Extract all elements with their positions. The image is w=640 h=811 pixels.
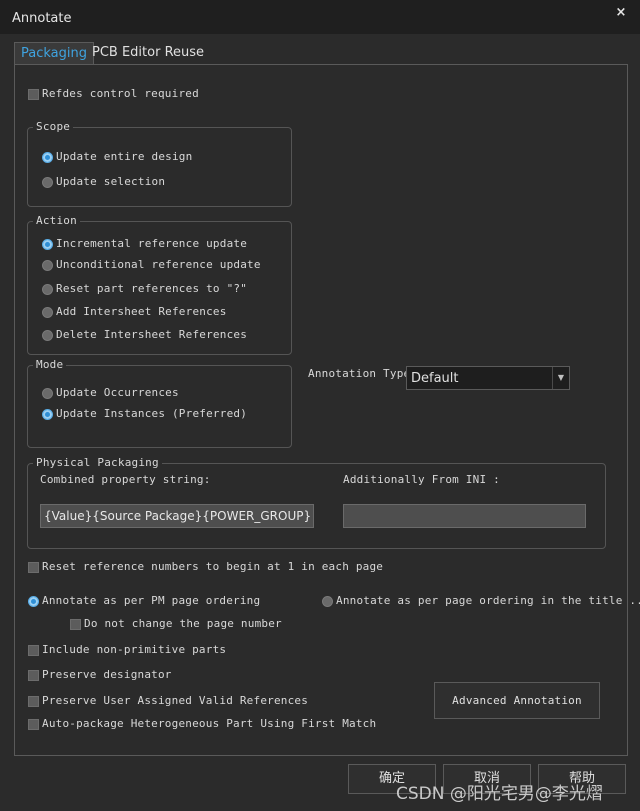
action-incremental-label: Incremental reference update: [56, 237, 248, 250]
action-legend: Action: [33, 214, 80, 227]
action-unconditional-radio[interactable]: [42, 260, 53, 271]
no-change-page-checkbox[interactable]: [70, 619, 81, 630]
physical-packaging-legend: Physical Packaging: [33, 456, 162, 469]
preserve-designator-checkbox[interactable]: [28, 670, 39, 681]
scope-group: [27, 127, 292, 207]
advanced-annotation-button[interactable]: Advanced Annotation: [434, 682, 600, 719]
no-change-page-label: Do not change the page number: [84, 617, 282, 630]
annotate-title-label: Annotate as per page ordering in the tit…: [336, 594, 640, 607]
include-non-primitive-checkbox[interactable]: [28, 645, 39, 656]
reset-numbers-label: Reset reference numbers to begin at 1 in…: [42, 560, 384, 573]
chevron-down-icon[interactable]: ▼: [552, 367, 569, 389]
mode-occurrences-radio[interactable]: [42, 388, 53, 399]
refdes-control-label: Refdes control required: [42, 87, 199, 100]
close-icon[interactable]: ×: [612, 4, 630, 22]
action-delete-intersheet-label: Delete Intersheet References: [56, 328, 248, 341]
scope-update-entire-radio[interactable]: [42, 152, 53, 163]
tab-packaging[interactable]: Packaging: [14, 42, 94, 65]
auto-package-checkbox[interactable]: [28, 719, 39, 730]
mode-occurrences-label: Update Occurrences: [56, 386, 179, 399]
auto-package-label: Auto-package Heterogeneous Part Using Fi…: [42, 717, 377, 730]
action-incremental-radio[interactable]: [42, 239, 53, 250]
title-bar: Annotate ×: [0, 0, 640, 34]
scope-update-entire-label: Update entire design: [56, 150, 193, 163]
combined-property-label: Combined property string:: [40, 473, 211, 486]
include-non-primitive-label: Include non-primitive parts: [42, 643, 227, 656]
scope-update-selection-label: Update selection: [56, 175, 166, 188]
mode-instances-label: Update Instances (Preferred): [56, 407, 248, 420]
annotate-pm-label: Annotate as per PM page ordering: [42, 594, 261, 607]
action-unconditional-label: Unconditional reference update: [56, 258, 261, 271]
action-reset-radio[interactable]: [42, 284, 53, 295]
annotate-title-radio[interactable]: [322, 596, 333, 607]
combined-property-input[interactable]: {Value}{Source Package}{POWER_GROUP}: [40, 504, 314, 528]
scope-update-selection-radio[interactable]: [42, 177, 53, 188]
watermark: CSDN @阳光宅男@李光熠: [396, 784, 603, 804]
tab-pcb-editor-reuse[interactable]: PCB Editor Reuse: [86, 42, 210, 64]
annotate-pm-radio[interactable]: [28, 596, 39, 607]
scope-legend: Scope: [33, 120, 74, 133]
annotation-type-select[interactable]: Default ▼: [406, 366, 570, 390]
preserve-designator-label: Preserve designator: [42, 668, 172, 681]
action-reset-label: Reset part references to "?": [56, 282, 248, 295]
annotation-type-value: Default: [411, 371, 459, 386]
action-delete-intersheet-radio[interactable]: [42, 330, 53, 341]
refdes-control-checkbox[interactable]: [28, 89, 39, 100]
action-add-intersheet-label: Add Intersheet References: [56, 305, 227, 318]
preserve-user-refs-label: Preserve User Assigned Valid References: [42, 694, 309, 707]
mode-instances-radio[interactable]: [42, 409, 53, 420]
action-add-intersheet-radio[interactable]: [42, 307, 53, 318]
annotation-type-label: Annotation Type: [308, 367, 411, 380]
mode-legend: Mode: [33, 358, 67, 371]
window-title: Annotate: [12, 11, 72, 26]
additional-ini-label: Additionally From INI :: [343, 473, 500, 486]
reset-numbers-checkbox[interactable]: [28, 562, 39, 573]
additional-ini-input[interactable]: [343, 504, 586, 528]
preserve-user-refs-checkbox[interactable]: [28, 696, 39, 707]
